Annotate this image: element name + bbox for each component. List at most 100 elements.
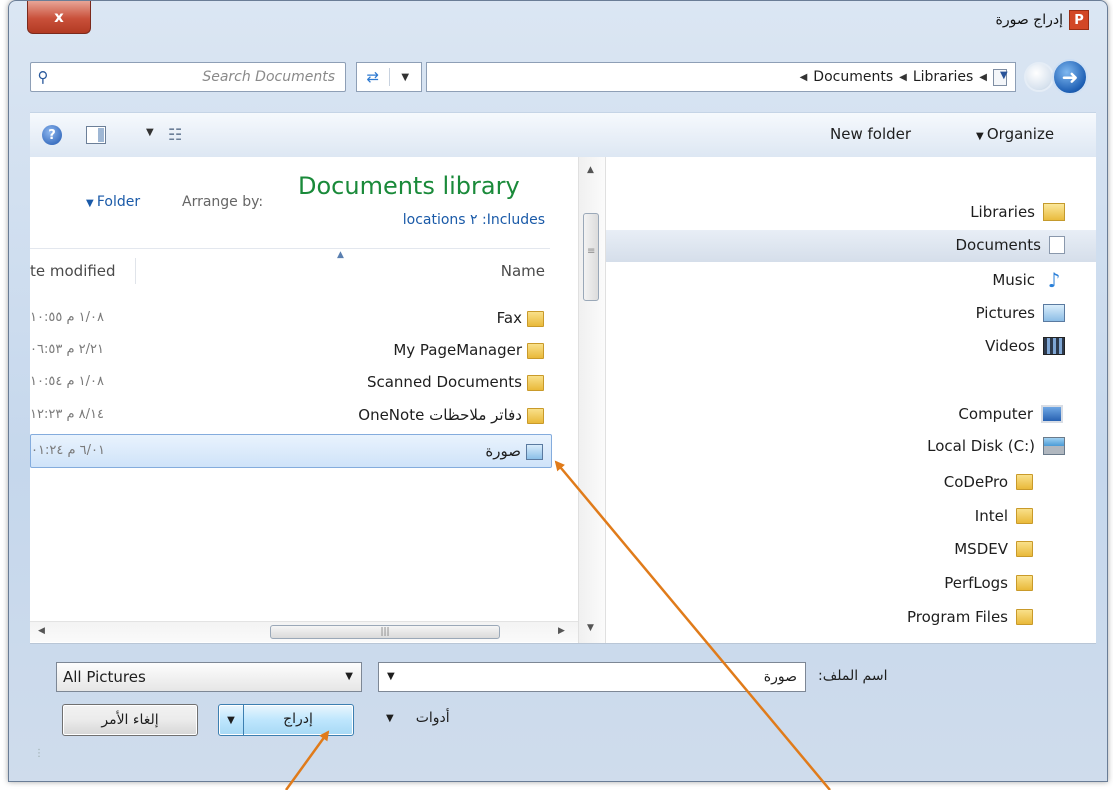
picture-file-icon [526, 444, 543, 460]
file-row-selected[interactable]: ٦/٠١ م ٠١:٢٤ صورة [30, 434, 552, 468]
nav-label: Videos [985, 337, 1035, 355]
powerpoint-icon: P [1069, 10, 1089, 30]
file-name: Scanned Documents [366, 373, 522, 391]
nav-item-folder[interactable]: Intel [975, 502, 1033, 530]
nav-item-local-disk[interactable]: Local Disk (C:) [927, 432, 1065, 460]
nav-item-pictures[interactable]: Pictures [976, 299, 1065, 327]
vertical-scroll-thumb[interactable] [583, 213, 599, 301]
tools-menu[interactable]: ▼ أدوات [386, 710, 450, 726]
sort-ascending-icon: ▲ [337, 250, 344, 260]
file-type-select[interactable]: All Pictures ▼ [56, 662, 362, 692]
view-dropdown-icon[interactable]: ▼ [146, 127, 154, 138]
insert-button[interactable]: ▼ إدراج [218, 704, 354, 736]
nav-label: Libraries [970, 203, 1035, 221]
arrange-by-label: Arrange by: [182, 194, 264, 210]
folder-icon [1016, 474, 1033, 490]
file-name-value: صورة [763, 669, 797, 685]
includes-locations-link[interactable]: ٢ locations [403, 212, 478, 228]
forward-button[interactable] [1024, 62, 1054, 92]
nav-item-libraries[interactable]: Libraries [970, 198, 1065, 226]
horizontal-scrollbar[interactable]: ◀ ||| ▶ [30, 621, 578, 642]
command-bar: ? ▼ ☷ New folder ▼ Organize [30, 112, 1096, 158]
nav-label: Documents [955, 236, 1041, 254]
file-name: صورة [485, 442, 521, 460]
cancel-button[interactable]: إلغاء الأمر [62, 704, 198, 736]
library-includes[interactable]: Includes: ٢ locations [403, 212, 545, 228]
nav-item-folder[interactable]: PerfLogs [944, 569, 1033, 597]
refresh-group: ⇄ ▼ [356, 62, 422, 92]
horizontal-scroll-thumb[interactable]: ||| [270, 625, 500, 639]
file-name: Fax [496, 309, 522, 327]
preview-pane-icon[interactable] [86, 126, 106, 144]
nav-item-music[interactable]: Music ♪ [992, 266, 1065, 294]
file-date: ١/٠٨ م ١٠:٥٤ [30, 374, 104, 389]
nav-item-folder[interactable]: MSDEV [954, 535, 1033, 563]
nav-label: Pictures [975, 304, 1035, 322]
nav-label: CoDePro [943, 473, 1008, 491]
arrange-dropdown-icon: ▼ [86, 198, 97, 209]
file-row[interactable]: ١/٠٨ م ١٠:٥٤ Scanned Documents [30, 368, 552, 398]
close-button[interactable]: x [27, 1, 91, 34]
folder-icon [1016, 575, 1033, 591]
nav-item-folder[interactable]: CoDePro [944, 468, 1033, 496]
nav-item-documents[interactable]: Documents [955, 231, 1065, 259]
organize-dropdown-icon: ▼ [976, 131, 987, 142]
scroll-left-icon[interactable]: ◀ [38, 626, 45, 636]
scroll-up-icon[interactable]: ▲ [587, 165, 594, 175]
file-row[interactable]: ٨/١٤ م ١٢:٢٣ OneNote دفاتر ملاحظات [30, 401, 552, 431]
navigation-buttons: ➜ [1014, 56, 1094, 98]
folder-icon [527, 408, 544, 424]
nav-label: MSDEV [954, 540, 1008, 558]
folder-icon [1016, 609, 1033, 625]
vertical-scrollbar[interactable]: ▲ ▼ [578, 157, 606, 643]
address-dropdown-icon[interactable]: ▼ [390, 72, 422, 83]
organize-button[interactable]: ▼ Organize [976, 125, 1054, 143]
recent-pages-icon[interactable]: ▼ [1000, 70, 1008, 81]
breadcrumb-arrow-icon[interactable]: ◀ [800, 72, 808, 83]
breadcrumb-libraries[interactable]: Libraries [913, 69, 973, 85]
file-date: ٨/١٤ م ١٢:٢٣ [30, 407, 104, 422]
folder-icon [1016, 541, 1033, 557]
refresh-icon[interactable]: ⇄ [357, 68, 390, 86]
new-folder-button[interactable]: New folder [830, 125, 911, 143]
search-icon[interactable]: ⚲ [31, 68, 55, 86]
file-name-input[interactable]: ▼ صورة [378, 662, 806, 692]
nav-item-videos[interactable]: Videos [985, 332, 1065, 360]
chevron-down-icon[interactable]: ▼ [387, 671, 395, 682]
videos-icon [1043, 337, 1065, 355]
nav-label: Intel [974, 507, 1008, 525]
chevron-down-icon[interactable]: ▼ [345, 671, 353, 682]
file-date: ٦/٠١ م ٠١:٢٤ [31, 443, 105, 458]
music-icon: ♪ [1047, 268, 1061, 292]
resize-grip-icon[interactable]: ⋮ [34, 748, 44, 759]
nav-label: Computer [958, 405, 1033, 423]
breadcrumb-arrow-icon[interactable]: ◀ [899, 72, 907, 83]
folder-icon [1016, 508, 1033, 524]
column-separator[interactable] [135, 258, 136, 284]
scroll-down-icon[interactable]: ▼ [587, 623, 594, 633]
views-icon[interactable]: ☷ [168, 125, 182, 144]
breadcrumb-documents[interactable]: Documents [813, 69, 893, 85]
pictures-icon [1043, 304, 1065, 322]
breadcrumb-arrow-icon[interactable]: ◀ [979, 72, 987, 83]
column-header-name[interactable]: Name [501, 262, 545, 280]
insert-options-dropdown-icon[interactable]: ▼ [219, 705, 244, 735]
nav-label: Program Files [907, 608, 1008, 626]
chevron-down-icon[interactable]: ▼ [386, 713, 394, 724]
nav-item-computer[interactable]: Computer [958, 400, 1063, 428]
folder-icon [527, 311, 544, 327]
file-row[interactable]: ١/٠٨ م ١٠:٥٥ Fax [30, 304, 552, 334]
file-date: ٢/٢١ م ٠٦:٥٣ [30, 342, 104, 357]
folder-icon [527, 375, 544, 391]
arrange-by-dropdown[interactable]: ▼ Folder [86, 194, 140, 210]
scroll-right-icon[interactable]: ▶ [558, 626, 565, 636]
column-header-date-modified[interactable]: te modified [30, 262, 116, 280]
file-row[interactable]: ٢/٢١ م ٠٦:٥٣ My PageManager [30, 336, 552, 366]
back-button[interactable]: ➜ [1052, 59, 1088, 95]
nav-item-folder[interactable]: Program Files [907, 603, 1033, 631]
search-box[interactable]: ⚲ Search Documents [30, 62, 346, 92]
help-icon[interactable]: ? [42, 125, 62, 145]
tools-label: أدوات [415, 710, 450, 726]
header-divider [30, 248, 550, 249]
address-bar[interactable]: ◀ Documents ◀ Libraries ◀ [426, 62, 1016, 92]
